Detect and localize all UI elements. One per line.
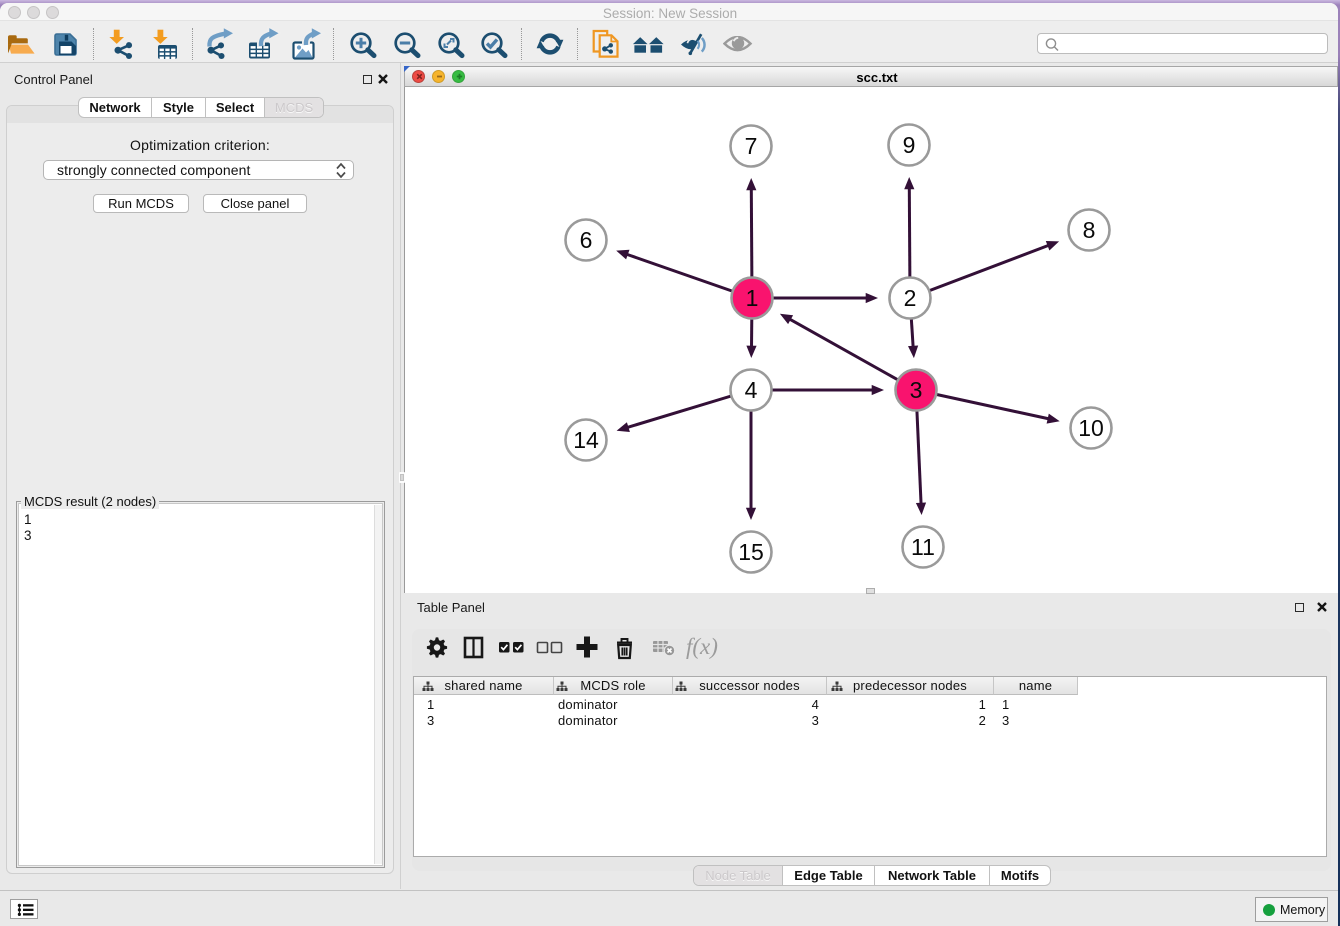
svg-text:3: 3 xyxy=(910,377,923,403)
svg-text:11: 11 xyxy=(911,534,935,560)
svg-text:4: 4 xyxy=(745,377,758,403)
svg-text:10: 10 xyxy=(1078,415,1104,441)
svg-text:6: 6 xyxy=(580,227,593,253)
svg-text:15: 15 xyxy=(738,539,764,565)
svg-text:7: 7 xyxy=(745,133,758,159)
svg-text:2: 2 xyxy=(904,285,917,311)
svg-text:9: 9 xyxy=(903,132,916,158)
svg-text:1: 1 xyxy=(746,285,759,311)
svg-text:8: 8 xyxy=(1083,217,1096,243)
svg-text:14: 14 xyxy=(573,427,599,453)
